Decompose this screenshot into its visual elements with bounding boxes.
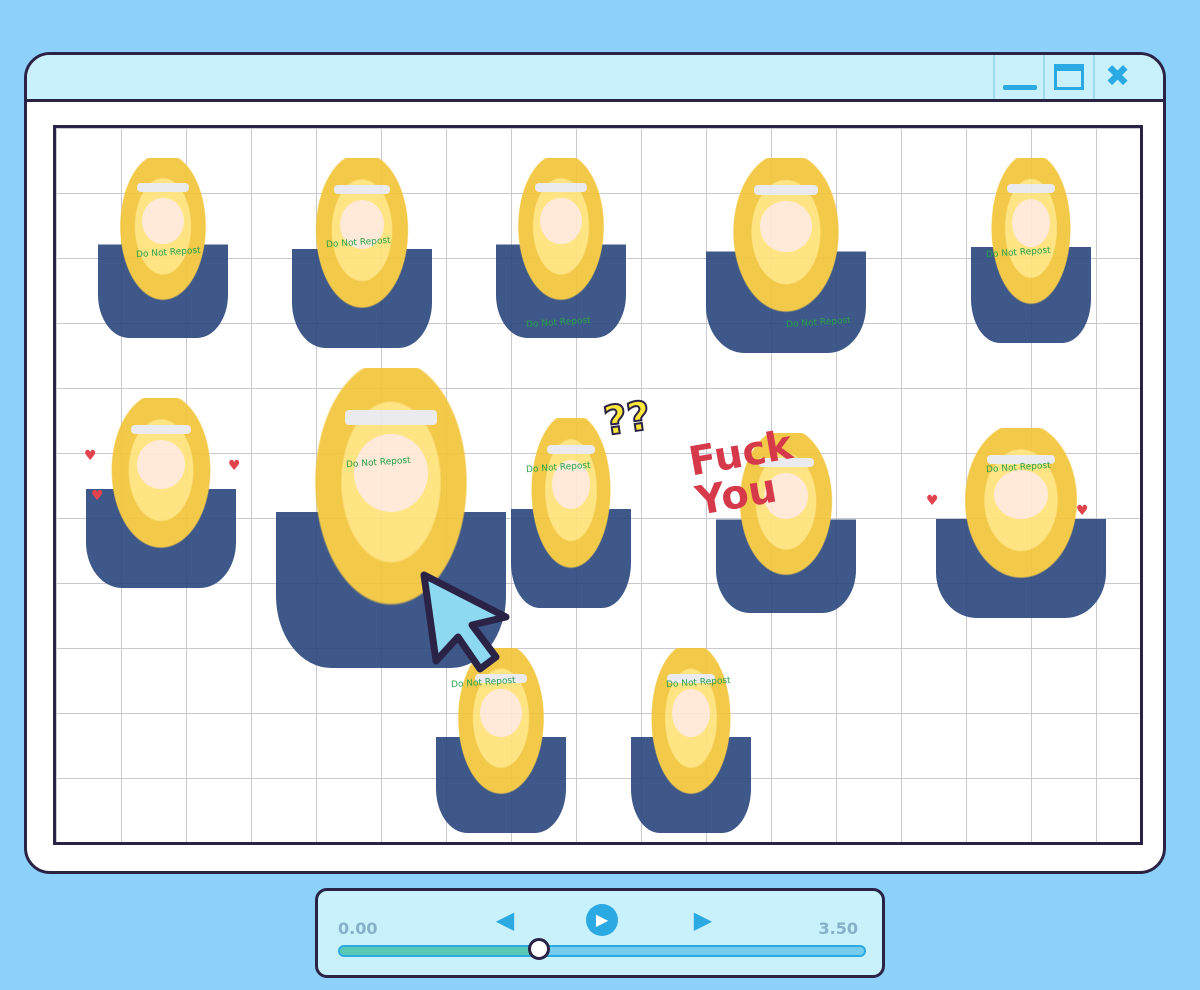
heart-icon: ♥ <box>1076 503 1089 519</box>
cursor-arrow-icon <box>420 571 510 673</box>
app-window: ✖ Fuck You ?? ♥ ♥ ♥ ♥ ♥ Do Not Repost Do… <box>24 52 1166 874</box>
sticker-image <box>631 648 751 833</box>
minimize-button[interactable] <box>993 55 1041 99</box>
play-button[interactable]: ▶ <box>586 904 618 936</box>
previous-button[interactable]: ◀ <box>490 905 520 935</box>
close-button[interactable]: ✖ <box>1093 55 1141 99</box>
sticker-image <box>936 428 1106 618</box>
sticker-image <box>496 158 626 338</box>
slider-thumb[interactable] <box>528 938 551 960</box>
heart-icon: ♥ <box>84 448 97 464</box>
sticker-image <box>292 158 432 348</box>
next-button[interactable]: ▶ <box>688 905 718 935</box>
time-start-label: 0.00 <box>338 919 378 938</box>
title-bar[interactable]: ✖ <box>27 55 1163 102</box>
heart-icon: ♥ <box>91 488 104 504</box>
sticker-image <box>511 418 631 608</box>
sticker-image <box>86 398 236 588</box>
close-icon: ✖ <box>1105 59 1131 94</box>
time-end-label: 3.50 <box>818 919 858 938</box>
maximize-icon <box>1054 64 1084 90</box>
question-marks-decoration: ?? <box>600 392 654 446</box>
progress-fill <box>340 947 540 955</box>
heart-icon: ♥ <box>926 493 939 509</box>
heart-icon: ♥ <box>228 458 241 474</box>
progress-slider[interactable] <box>338 938 866 960</box>
sticker-canvas: Fuck You ?? ♥ ♥ ♥ ♥ ♥ Do Not Repost Do N… <box>53 125 1143 845</box>
media-player: ◀ ▶ ▶ 0.00 3.50 <box>315 888 885 978</box>
maximize-button[interactable] <box>1043 55 1091 99</box>
minimize-icon <box>1003 85 1037 90</box>
